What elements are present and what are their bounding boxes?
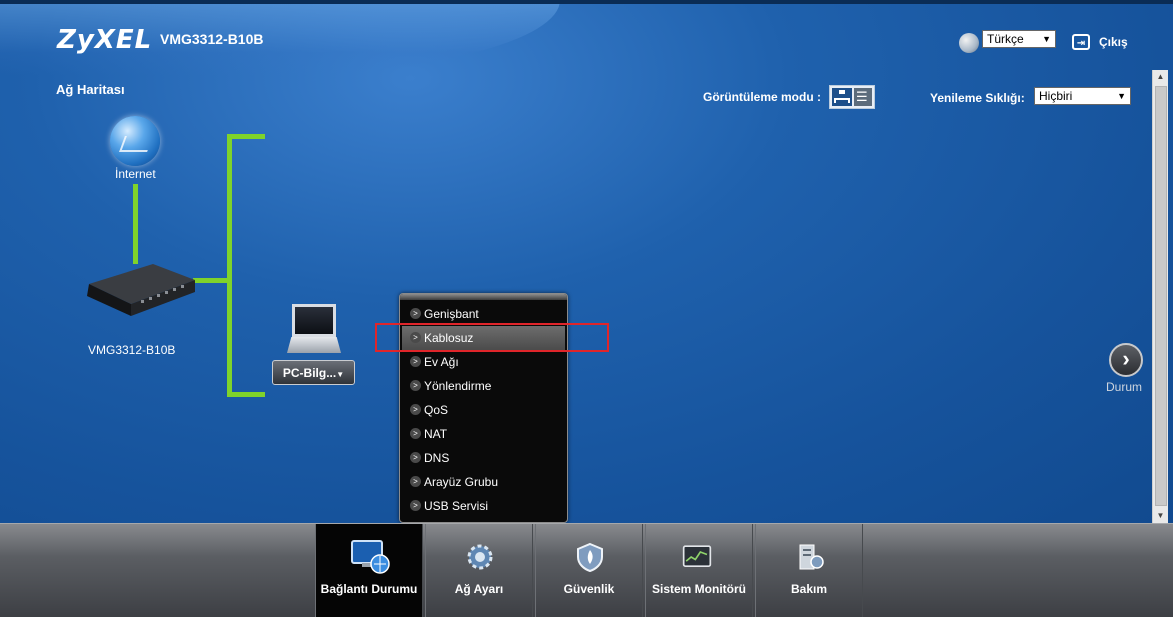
main-panel: ZyXEL VMG3312-B10B Türkçe ▼ ⇥ Çıkış Ağ H…	[0, 0, 1173, 523]
refresh-select-value: Hiçbiri	[1039, 89, 1073, 103]
menu-item-arayuz-grubu[interactable]: > Arayüz Grubu	[402, 470, 565, 494]
tab-label: Güvenlik	[563, 582, 615, 596]
top-border	[0, 0, 1173, 4]
menu-item-ev-agi[interactable]: > Ev Ağı	[402, 350, 565, 374]
brand-logo: ZyXEL	[57, 25, 153, 55]
chevron-right-icon: >	[410, 308, 421, 319]
menu-item-usb-servisi[interactable]: > USB Servisi	[402, 494, 565, 518]
tab-sistem-monitoru[interactable]: Sistem Monitörü	[645, 524, 753, 617]
tab-baglanti-durumu[interactable]: Bağlantı Durumu	[315, 524, 423, 617]
tab-label: Sistem Monitörü	[651, 582, 746, 596]
language-select[interactable]: Türkçe ▼	[982, 30, 1056, 48]
tab-label: Bağlantı Durumu	[320, 582, 418, 596]
router-label: VMG3312-B10B	[88, 343, 176, 357]
chevron-right-icon: >	[410, 380, 421, 391]
chevron-right-icon: >	[410, 452, 421, 463]
laptop-base-icon	[287, 337, 341, 353]
shield-icon	[577, 542, 603, 572]
tab-ag-ayari[interactable]: Ağ Ayarı	[425, 524, 533, 617]
tab-guvenlik[interactable]: Güvenlik	[535, 524, 643, 617]
chevron-down-icon: ▼	[336, 370, 345, 379]
view-mode-toggle[interactable]	[829, 85, 875, 109]
gear-icon	[467, 544, 493, 570]
lan-bus-line	[227, 134, 232, 396]
dropdown-arrow-icon: ▼	[1042, 34, 1051, 44]
next-arrow-button[interactable]: ›	[1109, 343, 1143, 377]
internet-globe-icon[interactable]	[110, 116, 160, 166]
router-icon[interactable]	[83, 262, 199, 318]
menu-item-label: Ev Ağı	[424, 355, 459, 369]
tab-bakim[interactable]: Bakım	[755, 524, 863, 617]
menu-item-label: Arayüz Grubu	[424, 475, 499, 489]
logout-icon[interactable]: ⇥	[1072, 34, 1090, 50]
scroll-thumb[interactable]	[1155, 86, 1167, 506]
chevron-right-icon: >	[410, 500, 421, 511]
menu-item-dns[interactable]: > DNS	[402, 446, 565, 470]
logout-link[interactable]: Çıkış	[1099, 35, 1128, 49]
selection-highlight	[375, 323, 609, 352]
scroll-up-icon[interactable]: ▲	[1153, 70, 1168, 84]
lan-bottom-branch	[227, 392, 265, 397]
monitor-chart-icon	[682, 545, 712, 567]
dropdown-arrow-icon: ▼	[1117, 91, 1126, 101]
chevron-right-icon: >	[410, 356, 421, 367]
language-globe-icon	[959, 33, 979, 53]
laptop-icon[interactable]	[292, 304, 336, 337]
lan-top-branch	[227, 134, 265, 139]
menu-item-label: QoS	[424, 403, 449, 417]
refresh-label: Yenileme Sıklığı:	[930, 91, 1025, 105]
menu-header-bar	[400, 294, 567, 300]
tab-label: Bakım	[790, 582, 828, 596]
menu-item-label: USB Servisi	[424, 499, 489, 513]
maintenance-icon	[799, 544, 824, 570]
menu-item-nat[interactable]: > NAT	[402, 422, 565, 446]
language-select-value: Türkçe	[987, 32, 1024, 46]
menu-item-yonlendirme[interactable]: > Yönlendirme	[402, 374, 565, 398]
bottom-nav: Bağlantı Durumu Ağ Ayarı Güvenlik Sistem…	[0, 523, 1173, 617]
chevron-right-icon: >	[410, 428, 421, 439]
menu-item-qos[interactable]: > QoS	[402, 398, 565, 422]
internet-link-line	[133, 184, 138, 264]
menu-item-label: NAT	[424, 427, 448, 441]
page-title: Ağ Haritası	[56, 82, 125, 97]
view-mode-label: Görüntüleme modu :	[703, 90, 821, 104]
tab-label: Ağ Ayarı	[454, 582, 504, 596]
scroll-down-icon[interactable]: ▼	[1153, 509, 1168, 523]
vertical-scrollbar[interactable]: ▲ ▼	[1152, 70, 1168, 523]
menu-item-label: DNS	[424, 451, 450, 465]
chevron-right-icon: >	[410, 476, 421, 487]
refresh-select[interactable]: Hiçbiri ▼	[1034, 87, 1131, 105]
menu-item-label: Yönlendirme	[424, 379, 492, 393]
pc-device-button[interactable]: PC-Bilg...▼	[272, 360, 355, 385]
model-name: VMG3312-B10B	[160, 31, 264, 47]
next-label: Durum	[1106, 380, 1143, 394]
list-view-icon[interactable]	[854, 88, 872, 106]
pc-device-label: PC-Bilg...	[282, 366, 337, 380]
connection-status-icon	[351, 540, 390, 574]
menu-item-label: Genişbant	[424, 307, 479, 321]
map-view-icon[interactable]	[832, 88, 852, 106]
chevron-right-icon: >	[410, 404, 421, 415]
internet-label: İnternet	[115, 167, 156, 181]
